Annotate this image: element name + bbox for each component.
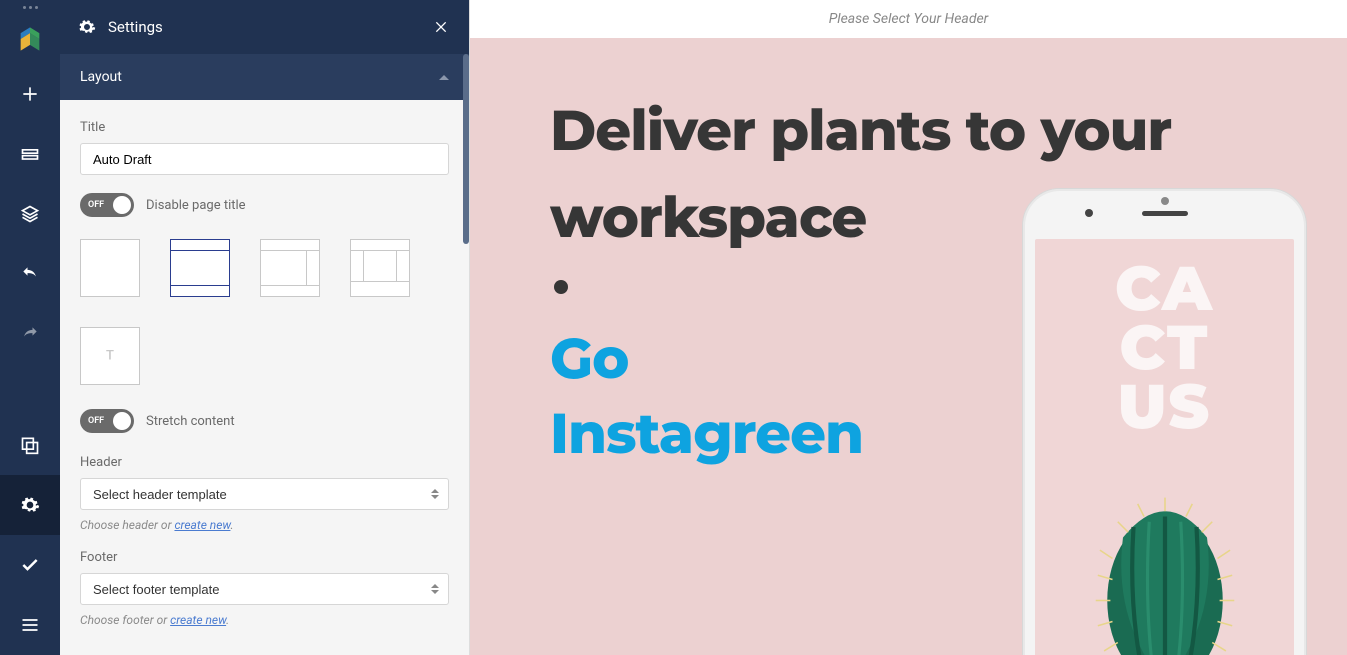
layout-option-theme[interactable]: T — [80, 327, 140, 385]
layers-icon — [20, 204, 40, 224]
header-helper: Choose header or create new. — [80, 518, 449, 532]
stretch-label: Stretch content — [146, 414, 235, 429]
nav-row[interactable] — [0, 124, 60, 184]
phone-hero-text: CA CT US — [1035, 259, 1294, 436]
header-select[interactable]: Select header template — [80, 478, 449, 510]
toggle-knob — [113, 196, 131, 214]
logo-icon — [16, 25, 44, 53]
redo-icon — [20, 324, 40, 344]
panel-header: Settings — [60, 0, 469, 54]
gear-icon — [78, 18, 96, 36]
toggle-state: OFF — [88, 200, 104, 210]
close-button[interactable] — [431, 17, 451, 37]
nav-layers[interactable] — [0, 184, 60, 244]
nav-add[interactable] — [0, 64, 60, 124]
phone-mockup: CA CT US — [1022, 188, 1307, 655]
disable-title-label: Disable page title — [146, 198, 246, 213]
nav-undo[interactable] — [0, 244, 60, 304]
phone-speaker — [1142, 211, 1188, 216]
template-icon — [20, 435, 40, 455]
undo-icon — [20, 264, 40, 284]
phone-screen: CA CT US — [1035, 239, 1294, 655]
hero-dot — [554, 280, 568, 294]
cactus-illustration — [1060, 464, 1270, 655]
footer-select[interactable]: Select footer template — [80, 573, 449, 605]
nav-menu[interactable] — [0, 595, 60, 655]
app-logo[interactable] — [0, 14, 60, 64]
footer-label: Footer — [80, 550, 449, 565]
drag-handle-icon[interactable] — [0, 0, 60, 14]
nav-template[interactable] — [0, 415, 60, 475]
nav-redo[interactable] — [0, 304, 60, 364]
section-layout-body: Title OFF Disable page title — [60, 100, 469, 655]
layout-option-complex[interactable] — [350, 239, 410, 297]
section-title: Layout — [80, 69, 122, 85]
toggle-state: OFF — [88, 416, 104, 426]
gear-icon — [20, 495, 40, 515]
header-label: Header — [80, 455, 449, 470]
row-icon — [20, 144, 40, 164]
layout-options: T — [80, 239, 449, 385]
section-layout-header[interactable]: Layout — [60, 54, 469, 100]
layout-option-blank[interactable] — [80, 239, 140, 297]
toggle-knob — [113, 412, 131, 430]
stretch-toggle[interactable]: OFF — [80, 409, 134, 433]
layout-option-sidebar[interactable] — [260, 239, 320, 297]
disable-title-toggle[interactable]: OFF — [80, 193, 134, 217]
plus-icon — [20, 84, 40, 104]
hamburger-icon — [20, 615, 40, 635]
title-label: Title — [80, 120, 449, 135]
footer-helper: Choose footer or create new. — [80, 613, 449, 627]
hero-section[interactable]: Deliver plants to your workspace GoInsta… — [470, 38, 1347, 655]
close-icon — [433, 19, 449, 35]
panel-title: Settings — [108, 18, 163, 36]
header-placeholder[interactable]: Please Select Your Header — [470, 0, 1347, 38]
settings-panel: Settings Layout Title OFF Disable page t… — [60, 0, 470, 655]
title-input[interactable] — [80, 143, 449, 175]
header-create-link[interactable]: create new — [174, 518, 230, 532]
check-icon — [20, 555, 40, 575]
editor-navbar — [0, 0, 60, 655]
caret-up-icon — [439, 75, 449, 80]
phone-camera — [1085, 209, 1093, 217]
scrollbar-thumb[interactable] — [463, 54, 469, 244]
footer-create-link[interactable]: create new — [170, 613, 226, 627]
nav-done[interactable] — [0, 535, 60, 595]
layout-option-header-footer[interactable] — [170, 239, 230, 297]
nav-settings[interactable] — [0, 475, 60, 535]
phone-sensor — [1161, 197, 1169, 205]
page-canvas[interactable]: Please Select Your Header Deliver plants… — [470, 0, 1347, 655]
theme-letter: T — [106, 349, 114, 364]
